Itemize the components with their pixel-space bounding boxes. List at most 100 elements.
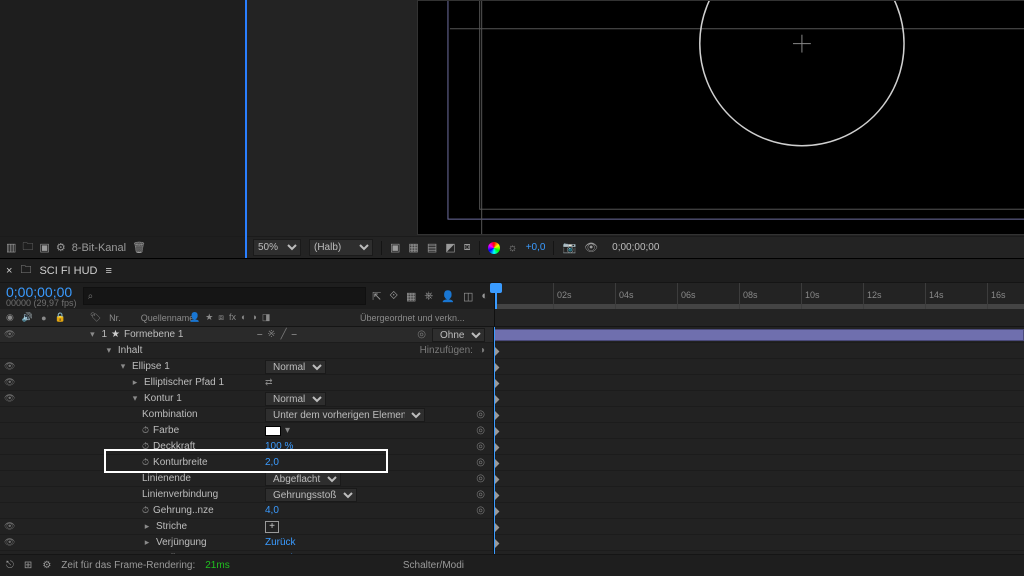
layer-bar[interactable] [494, 329, 1024, 341]
blend-mode-select[interactable]: Normal [265, 360, 326, 374]
zoom-select[interactable]: 50% [253, 239, 301, 256]
timeline-tracks[interactable] [494, 327, 1024, 554]
mask-icon[interactable]: ◩ [445, 241, 455, 254]
new-folder-icon[interactable]: 🗀 [22, 238, 33, 257]
viewer-timecode[interactable]: 0;00;00;00 [606, 242, 659, 253]
close-tab-icon[interactable]: × [6, 265, 12, 277]
property-line-cap[interactable]: Linienende Abgeflacht ◎ [0, 471, 493, 487]
parent-select[interactable]: Ohne [432, 328, 485, 342]
motionblur-icon[interactable]: ◐ [481, 290, 488, 302]
stroke-width-value[interactable]: 2,0 [265, 457, 279, 468]
visibility-toggle[interactable] [4, 377, 15, 388]
pickwhip-icon[interactable]: ◎ [476, 489, 485, 500]
bit-depth-label[interactable]: 8-Bit-Kanal [72, 242, 126, 254]
switch-quality[interactable]: ╱ [281, 329, 287, 340]
pickwhip-icon[interactable]: ◎ [476, 505, 485, 516]
switch-collapse[interactable]: ※ [267, 329, 275, 340]
layer-row[interactable]: ▾ 1 ★ Formebene 1 ⎯ ※ ╱ ⎯ ◎ Ohne [0, 327, 493, 343]
col-shy-icon[interactable]: 👤 [189, 312, 200, 323]
grid-icon[interactable]: ▦ [408, 241, 418, 254]
current-time-indicator[interactable] [495, 283, 497, 309]
comp-flowchart-icon[interactable]: ⇱ [372, 290, 381, 303]
layer-search-input[interactable] [83, 287, 367, 305]
col-lock-icon[interactable]: 🔒 [55, 312, 66, 323]
eyedropper-icon[interactable]: ▾ [285, 425, 290, 436]
property-dashes[interactable]: ▸Striche + [0, 519, 493, 535]
exposure-icon[interactable]: ☼ [508, 242, 518, 254]
property-group-ellipse[interactable]: ▾Ellipse 1 Normal [0, 359, 493, 375]
add-dash-button[interactable]: + [265, 521, 279, 533]
footer-icon[interactable]: ⚙ [42, 560, 51, 571]
stopwatch-icon[interactable]: ⏱ [142, 505, 149, 516]
property-group-stroke[interactable]: ▾Kontur 1 Normal [0, 391, 493, 407]
switch-fx[interactable]: ⎯ [292, 329, 297, 340]
col-number-icon[interactable]: 🏷 [90, 312, 101, 323]
pickwhip-icon[interactable]: ◎ [476, 425, 485, 436]
visibility-toggle[interactable] [4, 361, 15, 372]
layer-columns-icon[interactable]: ▦ [406, 290, 416, 303]
pickwhip-icon[interactable]: ◎ [476, 457, 485, 468]
col-fx2-icon[interactable]: ⧈ [218, 312, 224, 323]
property-line-join[interactable]: Linienverbindung Gehrungsstoß ◎ [0, 487, 493, 503]
visibility-toggle[interactable] [4, 329, 15, 340]
tab-menu-icon[interactable]: ≡ [106, 265, 112, 277]
snapshot-icon[interactable]: 📷 [562, 241, 576, 254]
color-swatch[interactable] [265, 426, 281, 436]
property-wave[interactable]: ▸Welle Zurück [0, 551, 493, 554]
current-timecode[interactable]: 0;00;00;00 [6, 285, 77, 299]
col-3d-icon[interactable]: ◨ [262, 312, 271, 323]
safe-zones-icon[interactable]: ▣ [390, 241, 400, 254]
path-direction-icon[interactable]: ⇄ [265, 377, 273, 388]
opacity-value[interactable]: 100 % [265, 441, 293, 452]
property-stroke-width[interactable]: ⏱Konturbreite 2,0 ◎ [0, 455, 493, 471]
miter-value[interactable]: 4,0 [265, 505, 279, 516]
wave-reset[interactable]: Zurück [265, 553, 296, 554]
stopwatch-icon[interactable]: ⏱ [142, 457, 149, 468]
composition-viewer[interactable] [417, 0, 1024, 235]
add-content-button[interactable]: ◑ [479, 345, 485, 356]
col-mb-icon[interactable]: ◐ [241, 312, 246, 323]
new-comp-icon[interactable]: ▣ [39, 241, 49, 254]
property-composite[interactable]: Kombination Unter dem vorherigen Element… [0, 407, 493, 423]
channel-icon[interactable]: ⧈ [464, 241, 471, 254]
frameblend-icon[interactable]: ◫ [463, 290, 473, 303]
col-audio-icon[interactable]: 🔊 [22, 312, 33, 323]
trash-icon[interactable]: 🗑 [132, 241, 146, 254]
col-fx-icon[interactable]: ★ [205, 312, 213, 323]
col-eye-icon[interactable]: ◉ [6, 312, 14, 323]
pickwhip-icon[interactable]: ◎ [476, 409, 485, 420]
layer-name[interactable]: Formebene 1 [124, 329, 183, 340]
property-miter-limit[interactable]: ⏱Gehrung..nze 4,0 ◎ [0, 503, 493, 519]
resolution-select[interactable]: (Halb) [309, 239, 373, 256]
blend-mode-select[interactable]: Normal [265, 392, 326, 406]
twirl-icon[interactable]: ▾ [87, 329, 97, 340]
taper-reset[interactable]: Zurück [265, 537, 296, 548]
bin-icon[interactable]: ▥ [6, 241, 16, 254]
property-stroke-opacity[interactable]: ⏱Deckkraft 100 % ◎ [0, 439, 493, 455]
property-taper[interactable]: ▸Verjüngung Zurück [0, 535, 493, 551]
color-management-icon[interactable] [488, 242, 500, 254]
footer-icon[interactable]: ⊞ [24, 560, 32, 571]
shy-icon[interactable]: 👤 [441, 290, 455, 303]
property-stroke-color[interactable]: ⏱Farbe ▾ ◎ [0, 423, 493, 439]
show-snapshot-icon[interactable]: 👁 [584, 241, 598, 254]
guides-icon[interactable]: ▤ [427, 241, 437, 254]
property-group-inhalt[interactable]: ▾Inhalt Hinzufügen:◑ [0, 343, 493, 359]
property-elliptical-path[interactable]: ▸Elliptischer Pfad 1 ⇄ [0, 375, 493, 391]
line-cap-select[interactable]: Abgeflacht [265, 472, 341, 486]
comp-tab-label[interactable]: SCI FI HUD [39, 265, 97, 277]
visibility-toggle[interactable] [4, 393, 15, 404]
exposure-value[interactable]: +0,0 [526, 242, 546, 253]
switches-modes-toggle[interactable]: Schalter/Modi [403, 560, 1024, 571]
graph-editor-icon[interactable]: ⎈ [424, 290, 433, 303]
line-join-select[interactable]: Gehrungsstoß [265, 488, 357, 502]
time-ruler[interactable]: 02s 04s 06s 08s 10s 12s 14s 16s [494, 283, 1024, 309]
col-adj-icon[interactable]: ◑ [251, 312, 256, 323]
tag-icon[interactable]: ⚙ [56, 241, 66, 254]
switch-shy[interactable]: ⎯ [257, 329, 262, 340]
draft3d-icon[interactable]: ⟐ [389, 290, 398, 303]
footer-icon[interactable]: ⎋ [6, 560, 14, 571]
col-solo-icon[interactable]: ● [41, 313, 46, 323]
stopwatch-icon[interactable]: ⏱ [142, 425, 149, 436]
pickwhip-icon[interactable]: ◎ [417, 329, 426, 340]
